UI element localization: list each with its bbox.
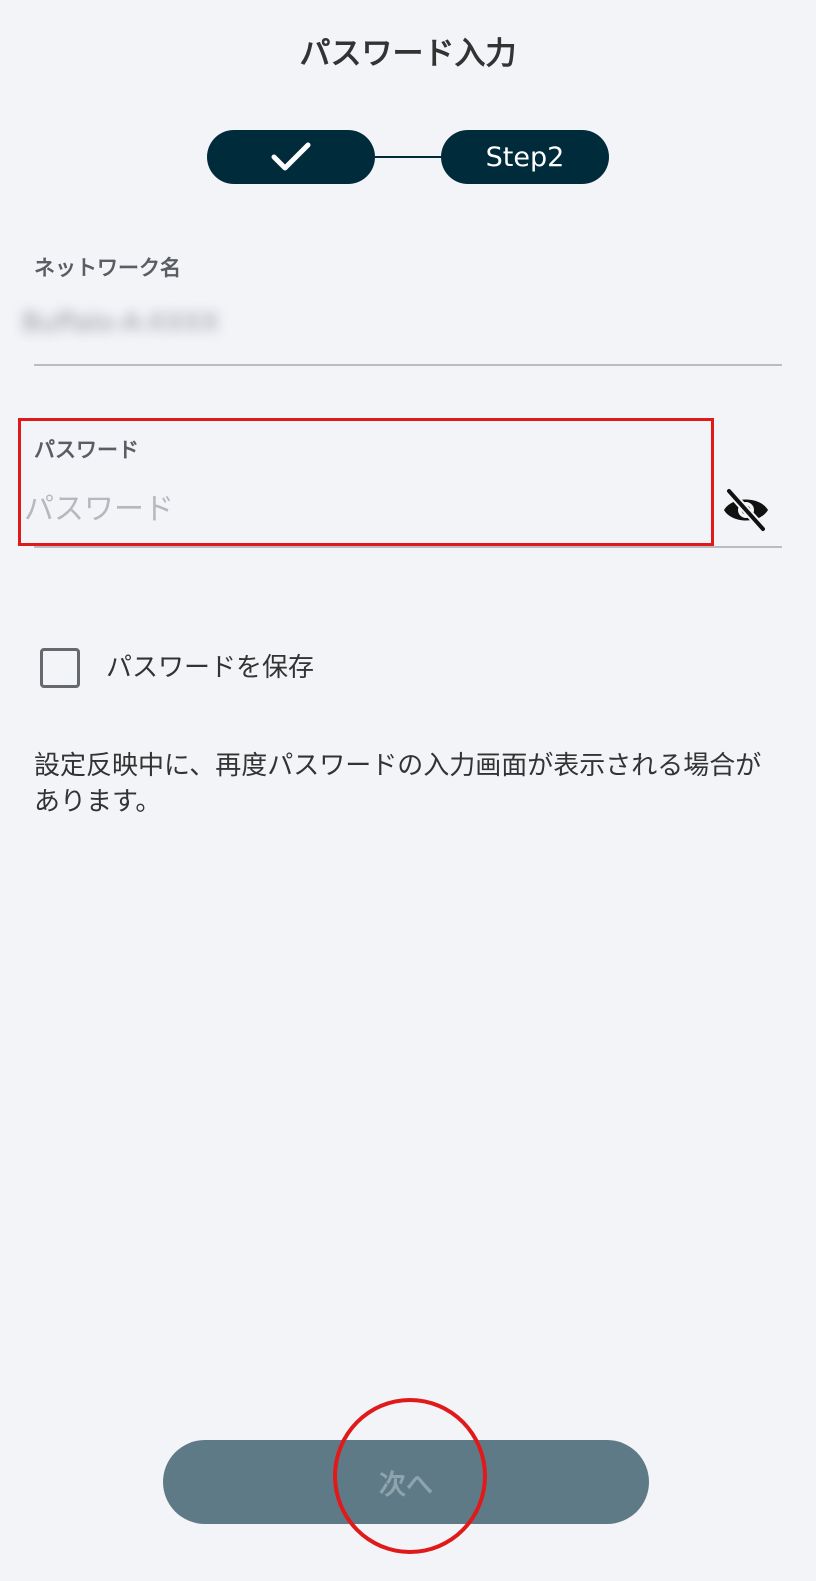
- network-name-label: ネットワーク名: [34, 256, 181, 280]
- network-name-value: Buffalo-A-XXXX: [22, 308, 220, 338]
- page-title: パスワード入力: [299, 36, 517, 72]
- save-password-label[interactable]: パスワードを保存: [106, 647, 314, 684]
- password-input[interactable]: [24, 484, 684, 534]
- next-button[interactable]: 次へ: [163, 1440, 649, 1524]
- eye-off-icon[interactable]: [722, 487, 770, 533]
- checkmark-icon: [271, 142, 311, 171]
- step-2-current: Step2: [441, 130, 609, 184]
- settings-notice: 設定反映中に、再度パスワードの入力画面が表示される場合があります。: [34, 751, 762, 817]
- step-1-completed: [207, 130, 375, 184]
- stepper: Step2: [207, 130, 609, 184]
- step-connector: [375, 156, 441, 158]
- network-name-underline: [34, 364, 782, 366]
- password-underline: [34, 546, 782, 548]
- password-label: パスワード: [34, 438, 139, 462]
- save-password-checkbox[interactable]: [40, 648, 80, 688]
